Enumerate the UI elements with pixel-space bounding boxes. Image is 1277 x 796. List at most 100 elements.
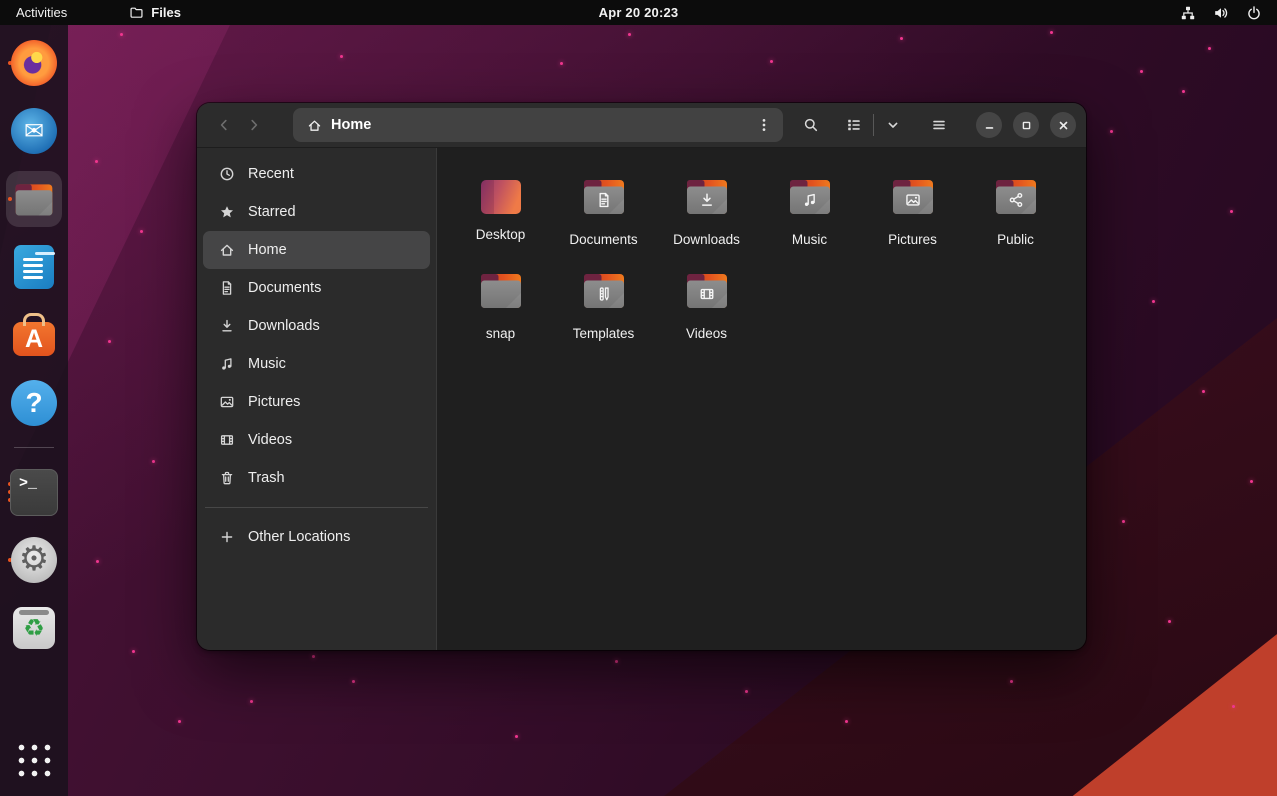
image-icon [219, 394, 235, 410]
file-item-snap[interactable]: snap [449, 258, 552, 352]
file-item-label: Desktop [476, 228, 526, 243]
dock-item-files[interactable] [0, 175, 68, 223]
trash-icon [219, 470, 235, 486]
sidebar-item-other-locations[interactable]: Other Locations [203, 518, 430, 556]
dock-item-writer[interactable] [0, 243, 68, 291]
help-icon [10, 379, 58, 427]
clock[interactable]: Apr 20 20:23 [599, 5, 679, 20]
dock-item-software[interactable] [0, 311, 68, 359]
path-bar[interactable]: Home [293, 108, 783, 142]
download-icon [219, 318, 235, 334]
window-controls [976, 112, 1076, 138]
file-item-label: Documents [569, 233, 637, 248]
sidebar-item-label: Videos [248, 432, 292, 448]
dock-item-help[interactable] [0, 379, 68, 427]
main-menu-button[interactable] [924, 110, 954, 140]
folder-icon [12, 177, 56, 221]
file-item-downloads[interactable]: Downloads [655, 164, 758, 258]
list-view-icon [846, 117, 862, 133]
sidebar-item-label: Starred [248, 204, 296, 220]
header-bar: Home [197, 103, 1086, 148]
file-item-documents[interactable]: Documents [552, 164, 655, 258]
film-icon [219, 432, 235, 448]
chevron-left-icon [216, 117, 232, 133]
folder-icon [580, 172, 628, 220]
dock-item-divider[interactable] [0, 447, 68, 448]
focused-app-menu[interactable]: Files [129, 5, 181, 20]
folder-icon [786, 172, 834, 220]
app-grid-icon [10, 736, 58, 784]
kebab-icon [756, 117, 772, 133]
sidebar-divider [205, 507, 428, 508]
sidebar-item-label: Pictures [248, 394, 300, 410]
folder-icon [580, 266, 628, 314]
writer-icon [10, 243, 58, 291]
maximize-icon [1019, 118, 1034, 133]
sidebar-item-trash[interactable]: Trash [203, 459, 430, 497]
minimize-button[interactable] [976, 112, 1002, 138]
power-icon[interactable] [1246, 5, 1262, 21]
sidebar-item-pictures[interactable]: Pictures [203, 383, 430, 421]
file-item-label: Videos [686, 327, 727, 342]
sidebar-item-documents[interactable]: Documents [203, 269, 430, 307]
folder-icon [889, 172, 937, 220]
dock-item-app-grid[interactable] [0, 736, 68, 784]
sidebar-item-music[interactable]: Music [203, 345, 430, 383]
view-options-button[interactable] [878, 110, 908, 140]
current-location-label: Home [331, 117, 371, 133]
dock-item-thunderbird[interactable] [0, 107, 68, 155]
hamburger-menu-icon [931, 117, 947, 133]
file-item-desktop[interactable]: Desktop [449, 164, 552, 258]
activities-button[interactable]: Activities [0, 0, 83, 25]
sidebar-item-label: Documents [248, 280, 321, 296]
firefox-icon [10, 39, 58, 87]
file-grid[interactable]: Desktop Documents Downloads Music [437, 148, 1086, 650]
file-item-label: Downloads [673, 233, 740, 248]
sidebar-item-downloads[interactable]: Downloads [203, 307, 430, 345]
dock-item-settings[interactable] [0, 536, 68, 584]
home-icon [219, 242, 235, 258]
file-item-label: snap [486, 327, 515, 342]
dock-item-firefox[interactable] [0, 39, 68, 87]
chevron-right-icon [246, 117, 262, 133]
sidebar-item-home[interactable]: Home [203, 231, 430, 269]
forward-button[interactable] [239, 110, 269, 140]
file-item-label: Pictures [888, 233, 937, 248]
sidebar-item-label: Trash [248, 470, 285, 486]
list-view-button[interactable] [839, 110, 869, 140]
file-item-music[interactable]: Music [758, 164, 861, 258]
terminal-icon [10, 468, 58, 516]
document-icon [219, 280, 235, 296]
search-button[interactable] [796, 110, 826, 140]
file-item-public[interactable]: Public [964, 164, 1067, 258]
sidebar-item-recent[interactable]: Recent [203, 155, 430, 193]
file-item-videos[interactable]: Videos [655, 258, 758, 352]
location-options-button[interactable] [749, 110, 779, 140]
dock-item-trash[interactable] [0, 604, 68, 652]
focused-app-name: Files [151, 5, 181, 20]
view-toggle-group [839, 110, 908, 140]
back-button[interactable] [209, 110, 239, 140]
sidebar-item-starred[interactable]: Starred [203, 193, 430, 231]
chevron-down-icon [885, 117, 901, 133]
desktop-gradient-icon [477, 172, 525, 220]
file-item-templates[interactable]: Templates [552, 258, 655, 352]
starred-icon [219, 204, 235, 220]
folder-icon [683, 266, 731, 314]
file-item-pictures[interactable]: Pictures [861, 164, 964, 258]
volume-icon[interactable] [1213, 5, 1229, 21]
system-status-area[interactable] [1180, 5, 1277, 21]
sidebar-item-label: Recent [248, 166, 294, 182]
trash-dock-icon [10, 604, 58, 652]
folder-icon [992, 172, 1040, 220]
maximize-button[interactable] [1013, 112, 1039, 138]
dock-item-terminal[interactable] [0, 468, 68, 516]
plus-icon [219, 529, 235, 545]
files-icon [10, 175, 58, 223]
network-icon[interactable] [1180, 5, 1196, 21]
sidebar-item-videos[interactable]: Videos [203, 421, 430, 459]
software-icon [10, 311, 58, 359]
close-button[interactable] [1050, 112, 1076, 138]
minimize-icon [982, 118, 997, 133]
system-top-bar: Activities Files Apr 20 20:23 [0, 0, 1277, 25]
